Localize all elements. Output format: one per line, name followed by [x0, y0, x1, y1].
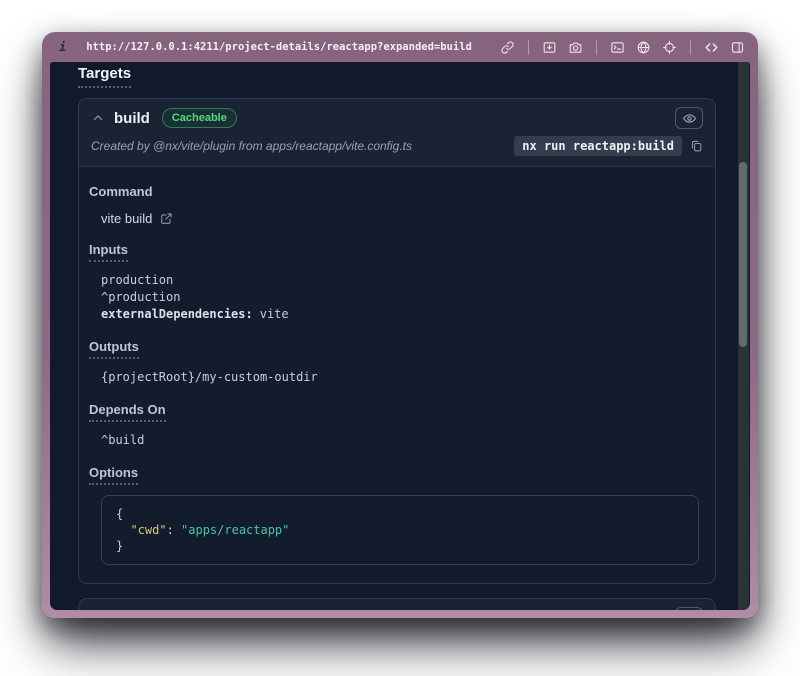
- build-header-row[interactable]: build Cacheable: [91, 107, 703, 129]
- command-value: vite build: [101, 211, 152, 226]
- json-separator: :: [167, 523, 181, 537]
- titlebar-separator: [690, 40, 691, 55]
- build-card-body: Command vite build Inputs pro: [79, 166, 715, 583]
- save-screenshot-icon[interactable]: [542, 40, 557, 55]
- page-viewport: Targets build Cacheable: [50, 62, 750, 610]
- options-label: Options: [89, 465, 138, 485]
- globe-icon[interactable]: [636, 40, 651, 55]
- created-by-text: Created by @nx/vite/plugin from apps/rea…: [91, 139, 412, 153]
- output-item: {projectRoot}/my-custom-outdir: [101, 369, 705, 386]
- input-item: production: [101, 272, 705, 289]
- input-item: ^production: [101, 289, 705, 306]
- browser-window: i http://127.0.0.1:4211/project-details/…: [42, 32, 758, 618]
- view-in-graph-button[interactable]: [675, 107, 703, 129]
- titlebar-separator: [528, 40, 529, 55]
- json-key-cwd: "cwd": [130, 523, 166, 537]
- project-details-content: Targets build Cacheable: [50, 62, 750, 610]
- target-card-build: build Cacheable Created by @nx/vite/plug…: [78, 98, 716, 584]
- inputs-label: Inputs: [89, 242, 128, 262]
- target-card-serve: serve vite serve: [78, 598, 716, 610]
- crosshair-icon[interactable]: [662, 40, 677, 55]
- scrollbar-track[interactable]: [738, 62, 749, 610]
- options-code-block: { "cwd": "apps/reactapp" }: [101, 495, 699, 565]
- options-section: Options { "cwd": "apps/reactapp" }: [89, 464, 705, 565]
- command-label: Command: [89, 184, 153, 199]
- view-in-graph-button[interactable]: [675, 607, 703, 610]
- input-item-external-deps: externalDependencies: vite: [101, 306, 705, 323]
- code-icon[interactable]: [704, 40, 719, 55]
- options-json-entry: "cwd": "apps/reactapp": [116, 522, 684, 538]
- depends-on-section: Depends On ^build: [89, 401, 705, 449]
- info-icon: i: [59, 40, 66, 54]
- url-text[interactable]: http://127.0.0.1:4211/project-details/re…: [86, 41, 472, 53]
- run-command-chip: nx run reactapp:build: [514, 136, 682, 156]
- targets-heading: Targets: [78, 65, 716, 88]
- build-subheader-row: Created by @nx/vite/plugin from apps/rea…: [91, 134, 703, 158]
- inputs-list: production ^production externalDependenc…: [101, 272, 705, 323]
- options-json-open: {: [116, 506, 684, 522]
- targets-heading-text: Targets: [78, 65, 131, 88]
- camera-icon[interactable]: [568, 40, 583, 55]
- desktop-background: i http://127.0.0.1:4211/project-details/…: [0, 0, 800, 676]
- inputs-section: Inputs production ^production externalDe…: [89, 241, 705, 323]
- outputs-list: {projectRoot}/my-custom-outdir: [101, 369, 705, 386]
- link-icon[interactable]: [500, 40, 515, 55]
- cacheable-badge: Cacheable: [162, 108, 237, 128]
- build-target-title: build: [114, 110, 150, 127]
- json-value-cwd: "apps/reactapp": [181, 523, 289, 537]
- copy-icon[interactable]: [690, 139, 703, 153]
- options-json-close: }: [116, 538, 684, 554]
- titlebar-separator: [596, 40, 597, 55]
- depends-on-label: Depends On: [89, 402, 166, 422]
- depends-on-item: ^build: [101, 432, 705, 449]
- serve-header-row[interactable]: serve vite serve: [91, 607, 703, 610]
- serve-card-header: serve vite serve: [79, 599, 715, 610]
- split-panel-icon[interactable]: [730, 40, 745, 55]
- outputs-section: Outputs {projectRoot}/my-custom-outdir: [89, 338, 705, 386]
- depends-on-list: ^build: [101, 432, 705, 449]
- external-link-icon[interactable]: [160, 212, 173, 225]
- scrollbar-thumb[interactable]: [739, 162, 747, 347]
- outputs-label: Outputs: [89, 339, 139, 359]
- run-command-group: nx run reactapp:build: [514, 136, 703, 156]
- external-deps-key: externalDependencies:: [101, 307, 253, 321]
- command-section: Command vite build: [89, 183, 705, 226]
- external-deps-value: vite: [260, 307, 289, 321]
- titlebar-icons: [500, 40, 745, 55]
- command-row: vite build: [101, 211, 705, 226]
- terminal-icon[interactable]: [610, 40, 625, 55]
- build-card-header: build Cacheable Created by @nx/vite/plug…: [79, 99, 715, 166]
- chevron-up-icon[interactable]: [91, 111, 105, 125]
- browser-titlebar: i http://127.0.0.1:4211/project-details/…: [42, 32, 758, 62]
